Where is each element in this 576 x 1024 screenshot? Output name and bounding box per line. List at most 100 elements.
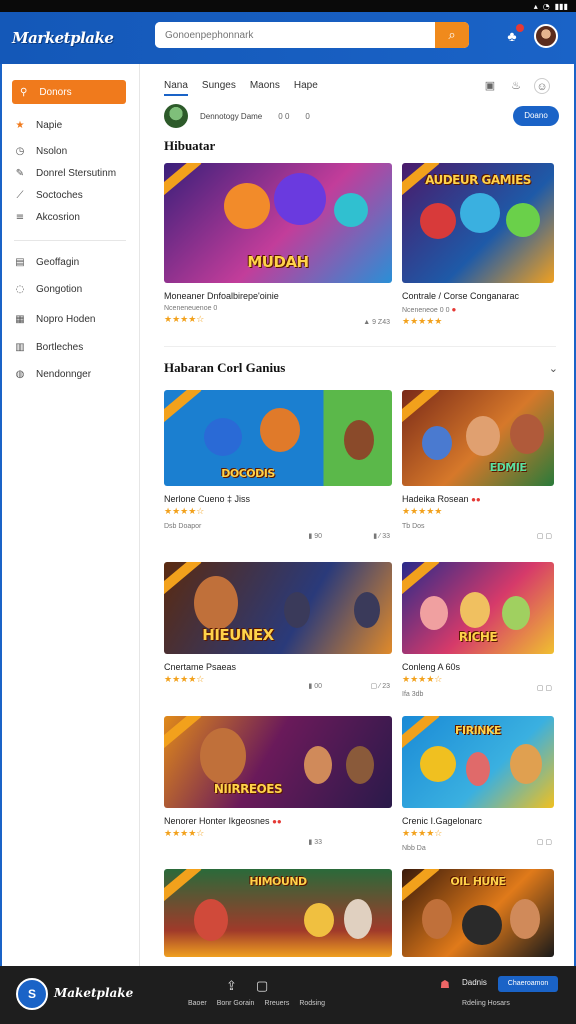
sidebar-item-label: Napie — [36, 120, 63, 131]
card-meta-right-2: ▮ ⁄ 33 — [373, 533, 390, 540]
sidebar-item-soctoches[interactable]: ⟋ Soctoches — [14, 190, 83, 201]
signal-icon: ▴ — [533, 1, 538, 11]
sidebar-item-napie[interactable]: ★ Napie — [14, 120, 63, 131]
game-card[interactable]: RICHE Conleng A 60s ★★★★☆ Ifa 3db ▢ ▢ — [402, 562, 554, 698]
card-title: Cnertame Psaeas — [164, 662, 237, 672]
card-meta: Dsb Doapor — [164, 523, 202, 530]
card-title: Crenic I.Gagelonarc — [402, 816, 483, 826]
game-card[interactable]: NIIRREOES Nenorer Honter Ikgeosnes ●● ★★… — [164, 716, 392, 846]
user-icon[interactable]: ☗ — [440, 978, 450, 991]
sidebar-item-donrel[interactable]: ✎ Donrel Stersutinm — [14, 168, 116, 179]
game-card[interactable]: OIL HUNE — [402, 869, 554, 957]
bell-icon[interactable]: ♨ — [508, 78, 524, 94]
search-bar: ⌕ — [155, 22, 469, 48]
battery-icon: ▮▮▮ — [554, 1, 568, 11]
clock-icon: ◷ — [15, 146, 25, 157]
card-title: Nerlone Cueno ‡ Jiss — [164, 494, 251, 504]
notifications-icon[interactable]: ♣ — [502, 24, 524, 46]
sidebar-item-nendonnger[interactable]: ◍ Nendonnger — [14, 369, 91, 380]
rating-stars: ★★★★☆ — [402, 675, 443, 685]
game-card[interactable]: EDMIE Hadeika Rosean ●● ★★★★★ Tb Dos ▢ ▢ — [402, 390, 554, 540]
sidebar-item-label: Nendonnger — [36, 369, 92, 380]
user-avatar[interactable] — [534, 24, 558, 48]
section-title-games: Habaran Corl Ganius — [164, 360, 286, 375]
thumbnail-art-text: DOCODIS — [221, 467, 275, 480]
app-name: Maketplake — [54, 986, 134, 1000]
card-title: Contrale / Corse Conganarac — [402, 291, 520, 301]
status-bar: ▴ ◔ ▮▮▮ — [0, 0, 576, 12]
bottom-nav-item[interactable]: Bonr Gorain — [217, 1000, 255, 1007]
app-logo[interactable]: Marketplake — [12, 29, 152, 47]
list-icon: ≡ — [15, 212, 25, 223]
upload-icon[interactable]: ⇪ — [226, 978, 237, 994]
tab-sunges[interactable]: Sunges — [202, 80, 236, 96]
sidebar-item-geoffagin[interactable]: ▤ Geoffagin — [14, 257, 79, 268]
ribbon-badge — [164, 390, 202, 423]
grid-icon: ▦ — [15, 314, 25, 325]
follow-button[interactable]: Doano — [513, 106, 559, 126]
notification-badge — [516, 24, 524, 32]
game-card[interactable]: FIRINKE Crenic I.Gagelonarc ★★★★☆ Nbb Da… — [402, 716, 554, 852]
card-meta-right-2: ▢ ⁄ 23 — [370, 683, 390, 690]
bottom-nav-item[interactable]: Rodsing — [299, 1000, 325, 1007]
creator-avatar[interactable] — [164, 104, 188, 128]
game-card[interactable]: HIEUNEX Cnertame Psaeas ★★★★☆ ▮ 00 ▢ ⁄ 2… — [164, 562, 392, 690]
card-meta: Nbb Da — [402, 845, 426, 852]
status-dot: ●● — [471, 495, 481, 504]
sidebar-item-akcosrion[interactable]: ≡ Akcosrion — [14, 212, 80, 223]
cart-icon[interactable]: ▣ — [482, 78, 498, 94]
bottom-nav-item[interactable]: Rreuers — [264, 1000, 289, 1007]
card-meta: ▲ 9 Z43 — [363, 319, 390, 326]
app-logo-icon[interactable]: S — [16, 978, 48, 1010]
card-subtitle: Nceneneuenoe 0 — [164, 305, 218, 312]
tab-bar: Nana Sunges Maons Hape — [164, 80, 318, 96]
chevron-down-icon[interactable]: ⌄ — [549, 362, 558, 375]
bottom-action-button[interactable]: Chaeroamon — [498, 976, 558, 992]
game-thumbnail: DOCODIS — [164, 390, 392, 486]
sidebar-primary-button[interactable]: ⚲ Donors — [12, 80, 126, 104]
window-icon[interactable]: ▢ — [256, 978, 268, 994]
sidebar-item-nopro-hoden[interactable]: ▦ Nopro Hoden — [14, 314, 95, 325]
sidebar-item-bortleches[interactable]: ▥ Bortleches — [14, 342, 83, 353]
sidebar-item-gongotion[interactable]: ◌ Gongotion — [14, 284, 83, 295]
tab-nana[interactable]: Nana — [164, 80, 188, 96]
profile-row: Dennotogy Dame 0 0 0 Doano — [164, 102, 559, 130]
game-thumbnail: HIEUNEX — [164, 562, 392, 654]
creator-stat-2: 0 — [305, 111, 310, 121]
profile-icon[interactable]: ☺ — [534, 78, 550, 94]
section-divider — [164, 346, 556, 347]
link-icon: ⟋ — [16, 190, 24, 201]
sidebar-item-label: Akcosrion — [36, 212, 80, 223]
card-subtitle: Nceneneoe 0 0 ● — [402, 305, 457, 314]
sidebar: ⚲ Donors ★ Napie ◷ Nsolon ✎ Donrel Sters… — [2, 64, 140, 966]
search-input[interactable] — [155, 22, 435, 48]
card-meta-right: ▮ 33 — [308, 839, 322, 846]
rating-stars: ★★★★★ — [402, 317, 443, 327]
thumbnail-art-text: HIMOUND — [249, 875, 307, 888]
featured-card[interactable]: AUDEUR GAMIES Contrale / Corse Conganara… — [402, 163, 554, 327]
tab-hape[interactable]: Hape — [294, 80, 318, 96]
game-thumbnail: NIIRREOES — [164, 716, 392, 808]
rating-stars: ★★★★☆ — [164, 507, 205, 517]
creator-name: Dennotogy Dame — [200, 111, 263, 121]
card-meta-right: ▢ ▢ — [536, 685, 552, 692]
thumbnail-art-text: FIRINKE — [455, 724, 501, 737]
sidebar-item-nsolon[interactable]: ◷ Nsolon — [14, 146, 68, 157]
thumbnail-art-text: OIL HUNE — [450, 875, 506, 888]
game-card[interactable]: HIMOUND — [164, 869, 392, 957]
search-button[interactable]: ⌕ — [435, 22, 469, 48]
ribbon-badge — [164, 716, 202, 749]
thumbnail-art-text: AUDEUR GAMIES — [425, 173, 531, 187]
tab-maons[interactable]: Maons — [250, 80, 280, 96]
bottom-right-sub: Rdeling Hosars — [462, 1000, 510, 1007]
top-bar: Marketplake ⌕ ♣ — [0, 12, 576, 64]
featured-card[interactable]: MUDAH Moneaner Dnfoalbirepe'oinie Ncenen… — [164, 163, 392, 326]
card-meta: Tb Dos — [402, 523, 425, 530]
card-meta-right: ▢ ▢ — [536, 533, 552, 540]
rating-stars: ★★★★☆ — [164, 829, 205, 839]
sidebar-item-label: Geoffagin — [36, 257, 80, 268]
game-card[interactable]: DOCODIS Nerlone Cueno ‡ Jiss ★★★★☆ Dsb D… — [164, 390, 392, 540]
card-title: Conleng A 60s — [402, 662, 461, 672]
bottom-nav: Baoer Bonr Gorain Rreuers Rodsing — [188, 1000, 325, 1007]
bottom-nav-item[interactable]: Baoer — [188, 1000, 207, 1007]
